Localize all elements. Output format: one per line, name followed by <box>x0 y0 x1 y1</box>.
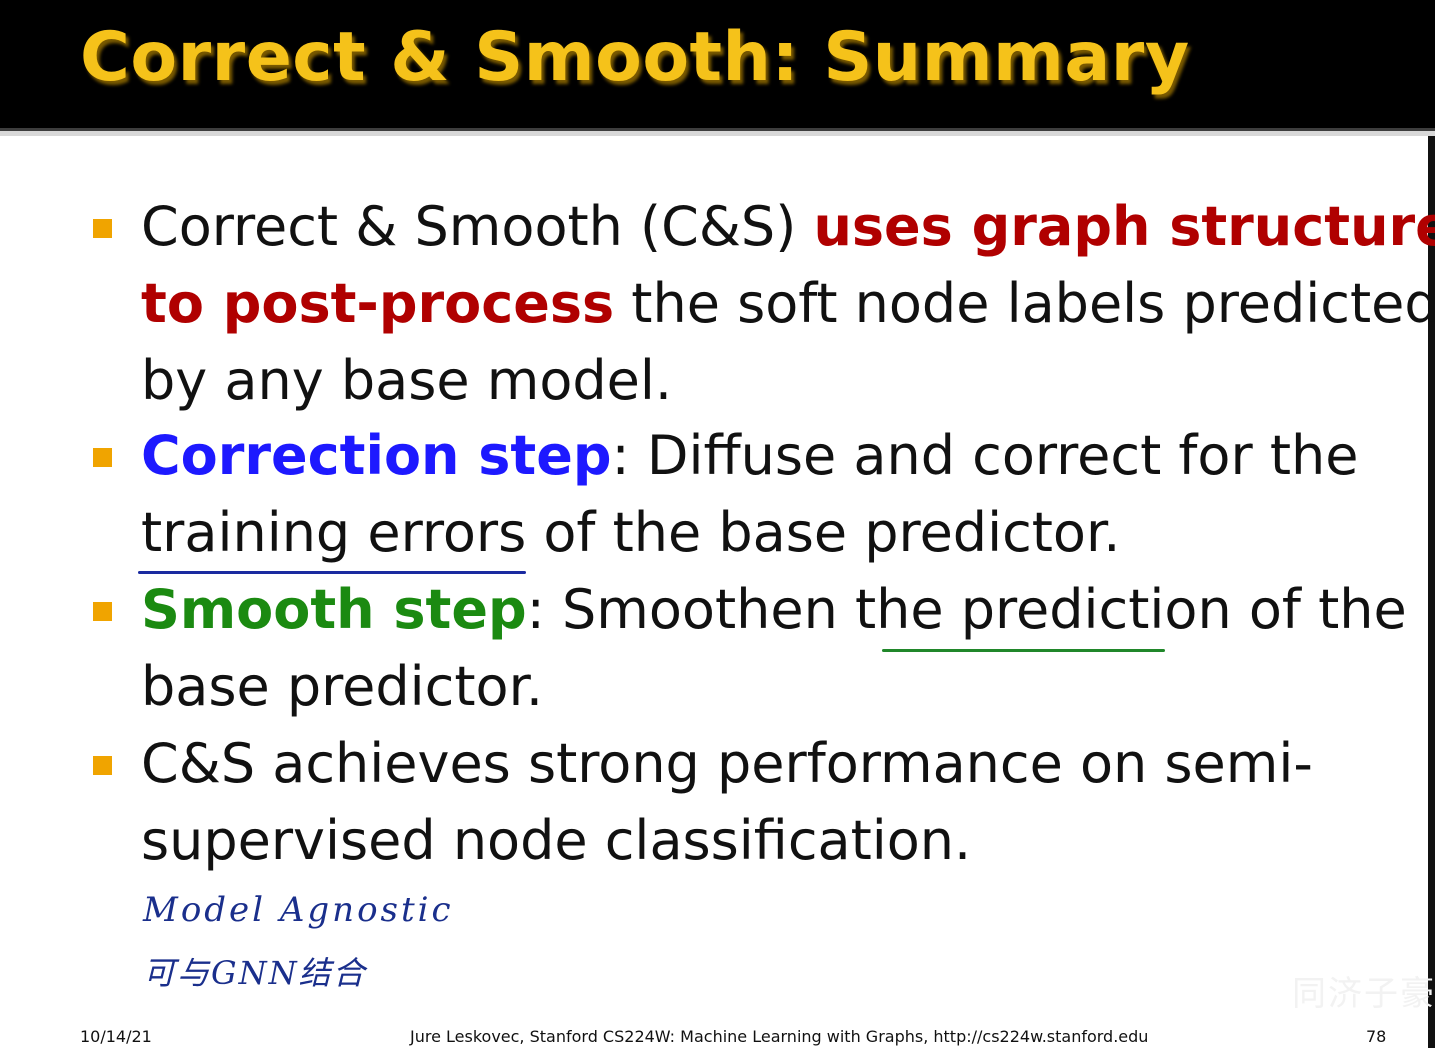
bullet-text: Smooth step: Smoothen the prediction of … <box>141 578 1407 718</box>
bullet-run-normal: base predictor. <box>141 655 543 718</box>
bullet-run-normal: Correct & Smooth (C&S) <box>141 195 814 258</box>
handwritten-underline-green <box>882 649 1165 652</box>
handwritten-note-model-agnostic: Model Agnostic <box>143 890 454 930</box>
bullet-text: Correct & Smooth (C&S) uses graph struct… <box>141 195 1435 412</box>
bullet-run-normal: : Diffuse and correct for the <box>611 424 1359 487</box>
footer-date: 10/14/21 <box>80 1027 152 1046</box>
bullet-run-normal: C&S achieves strong performance on semi- <box>141 732 1313 795</box>
bullet-square-icon <box>93 448 112 467</box>
title-bar: Correct & Smooth: Summary <box>0 0 1435 128</box>
bullet-run-normal: training errors of the base predictor. <box>141 501 1121 564</box>
bullet-text: C&S achieves strong performance on semi-… <box>141 732 1313 872</box>
footer-page-number: 78 <box>1366 1027 1387 1046</box>
bullet-run-normal: : Smoothen the prediction of the <box>526 578 1407 641</box>
bullet-item: Correct & Smooth (C&S) uses graph struct… <box>93 188 1435 419</box>
bullet-run-green: Smooth step <box>141 578 527 641</box>
bullet-item: Smooth step: Smoothen the prediction of … <box>93 571 1413 725</box>
title-divider-highlight <box>0 131 1435 136</box>
bullet-list: Correct & Smooth (C&S) uses graph struct… <box>93 188 1435 879</box>
bullet-square-icon <box>93 602 112 621</box>
bullet-run-normal: the soft node labels predicted <box>614 272 1435 335</box>
footer-credit: Jure Leskovec, Stanford CS224W: Machine … <box>410 1027 1149 1046</box>
bullet-run-red: uses graph structure <box>813 195 1435 258</box>
handwritten-underline-blue <box>138 571 526 574</box>
handwritten-note-gnn: 可与GNN结合 <box>143 954 367 992</box>
watermark: 同济子豪 <box>1292 974 1435 1014</box>
slide-title: Correct & Smooth: Summary <box>80 18 1190 97</box>
bullet-run-normal: supervised node classification. <box>141 809 972 872</box>
bullet-item: C&S achieves strong performance on semi-… <box>93 725 1413 879</box>
bullet-text: Correction step: Diffuse and correct for… <box>141 424 1358 564</box>
bullet-run-normal: by any base model. <box>141 349 673 412</box>
bullet-square-icon <box>93 756 112 775</box>
bullet-square-icon <box>93 219 112 238</box>
bullet-run-blue: Correction step <box>141 424 612 487</box>
bullet-run-red: to post-process <box>141 272 615 335</box>
bullet-item: Correction step: Diffuse and correct for… <box>93 417 1413 571</box>
